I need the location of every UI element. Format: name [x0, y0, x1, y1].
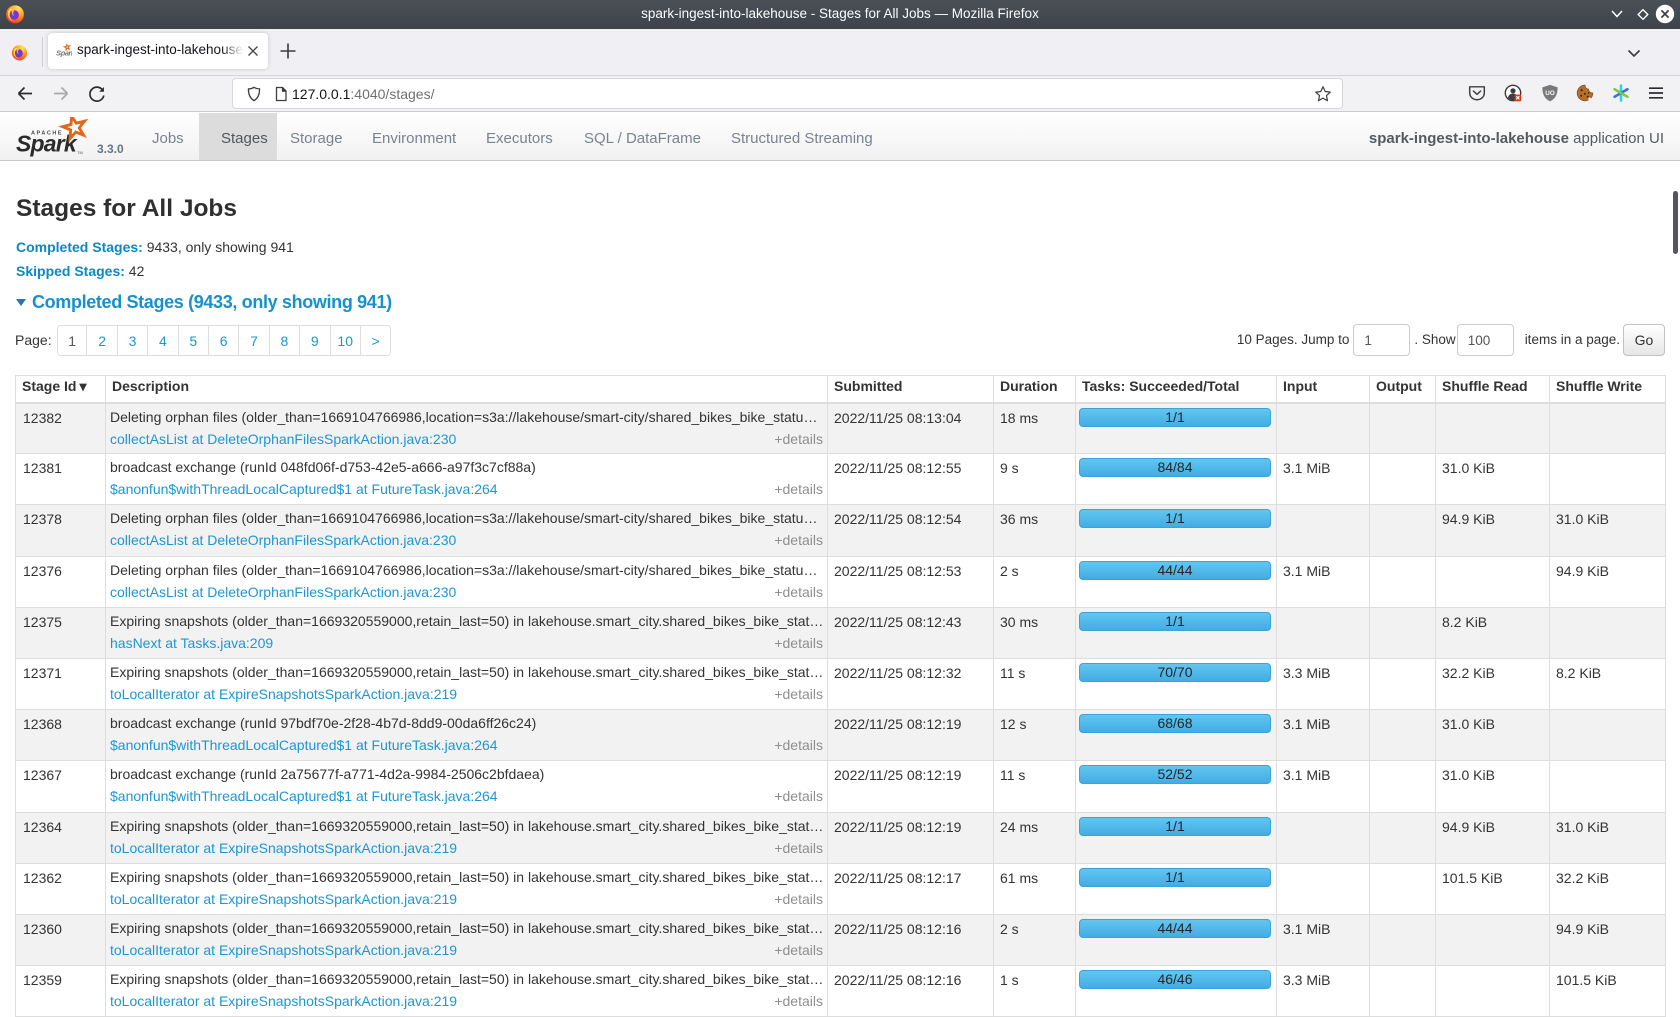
svg-text:UO: UO	[1545, 90, 1555, 97]
svg-text:Spark: Spark	[16, 131, 78, 157]
svg-text:TM: TM	[77, 150, 83, 155]
svg-text:Spark: Spark	[56, 49, 72, 58]
